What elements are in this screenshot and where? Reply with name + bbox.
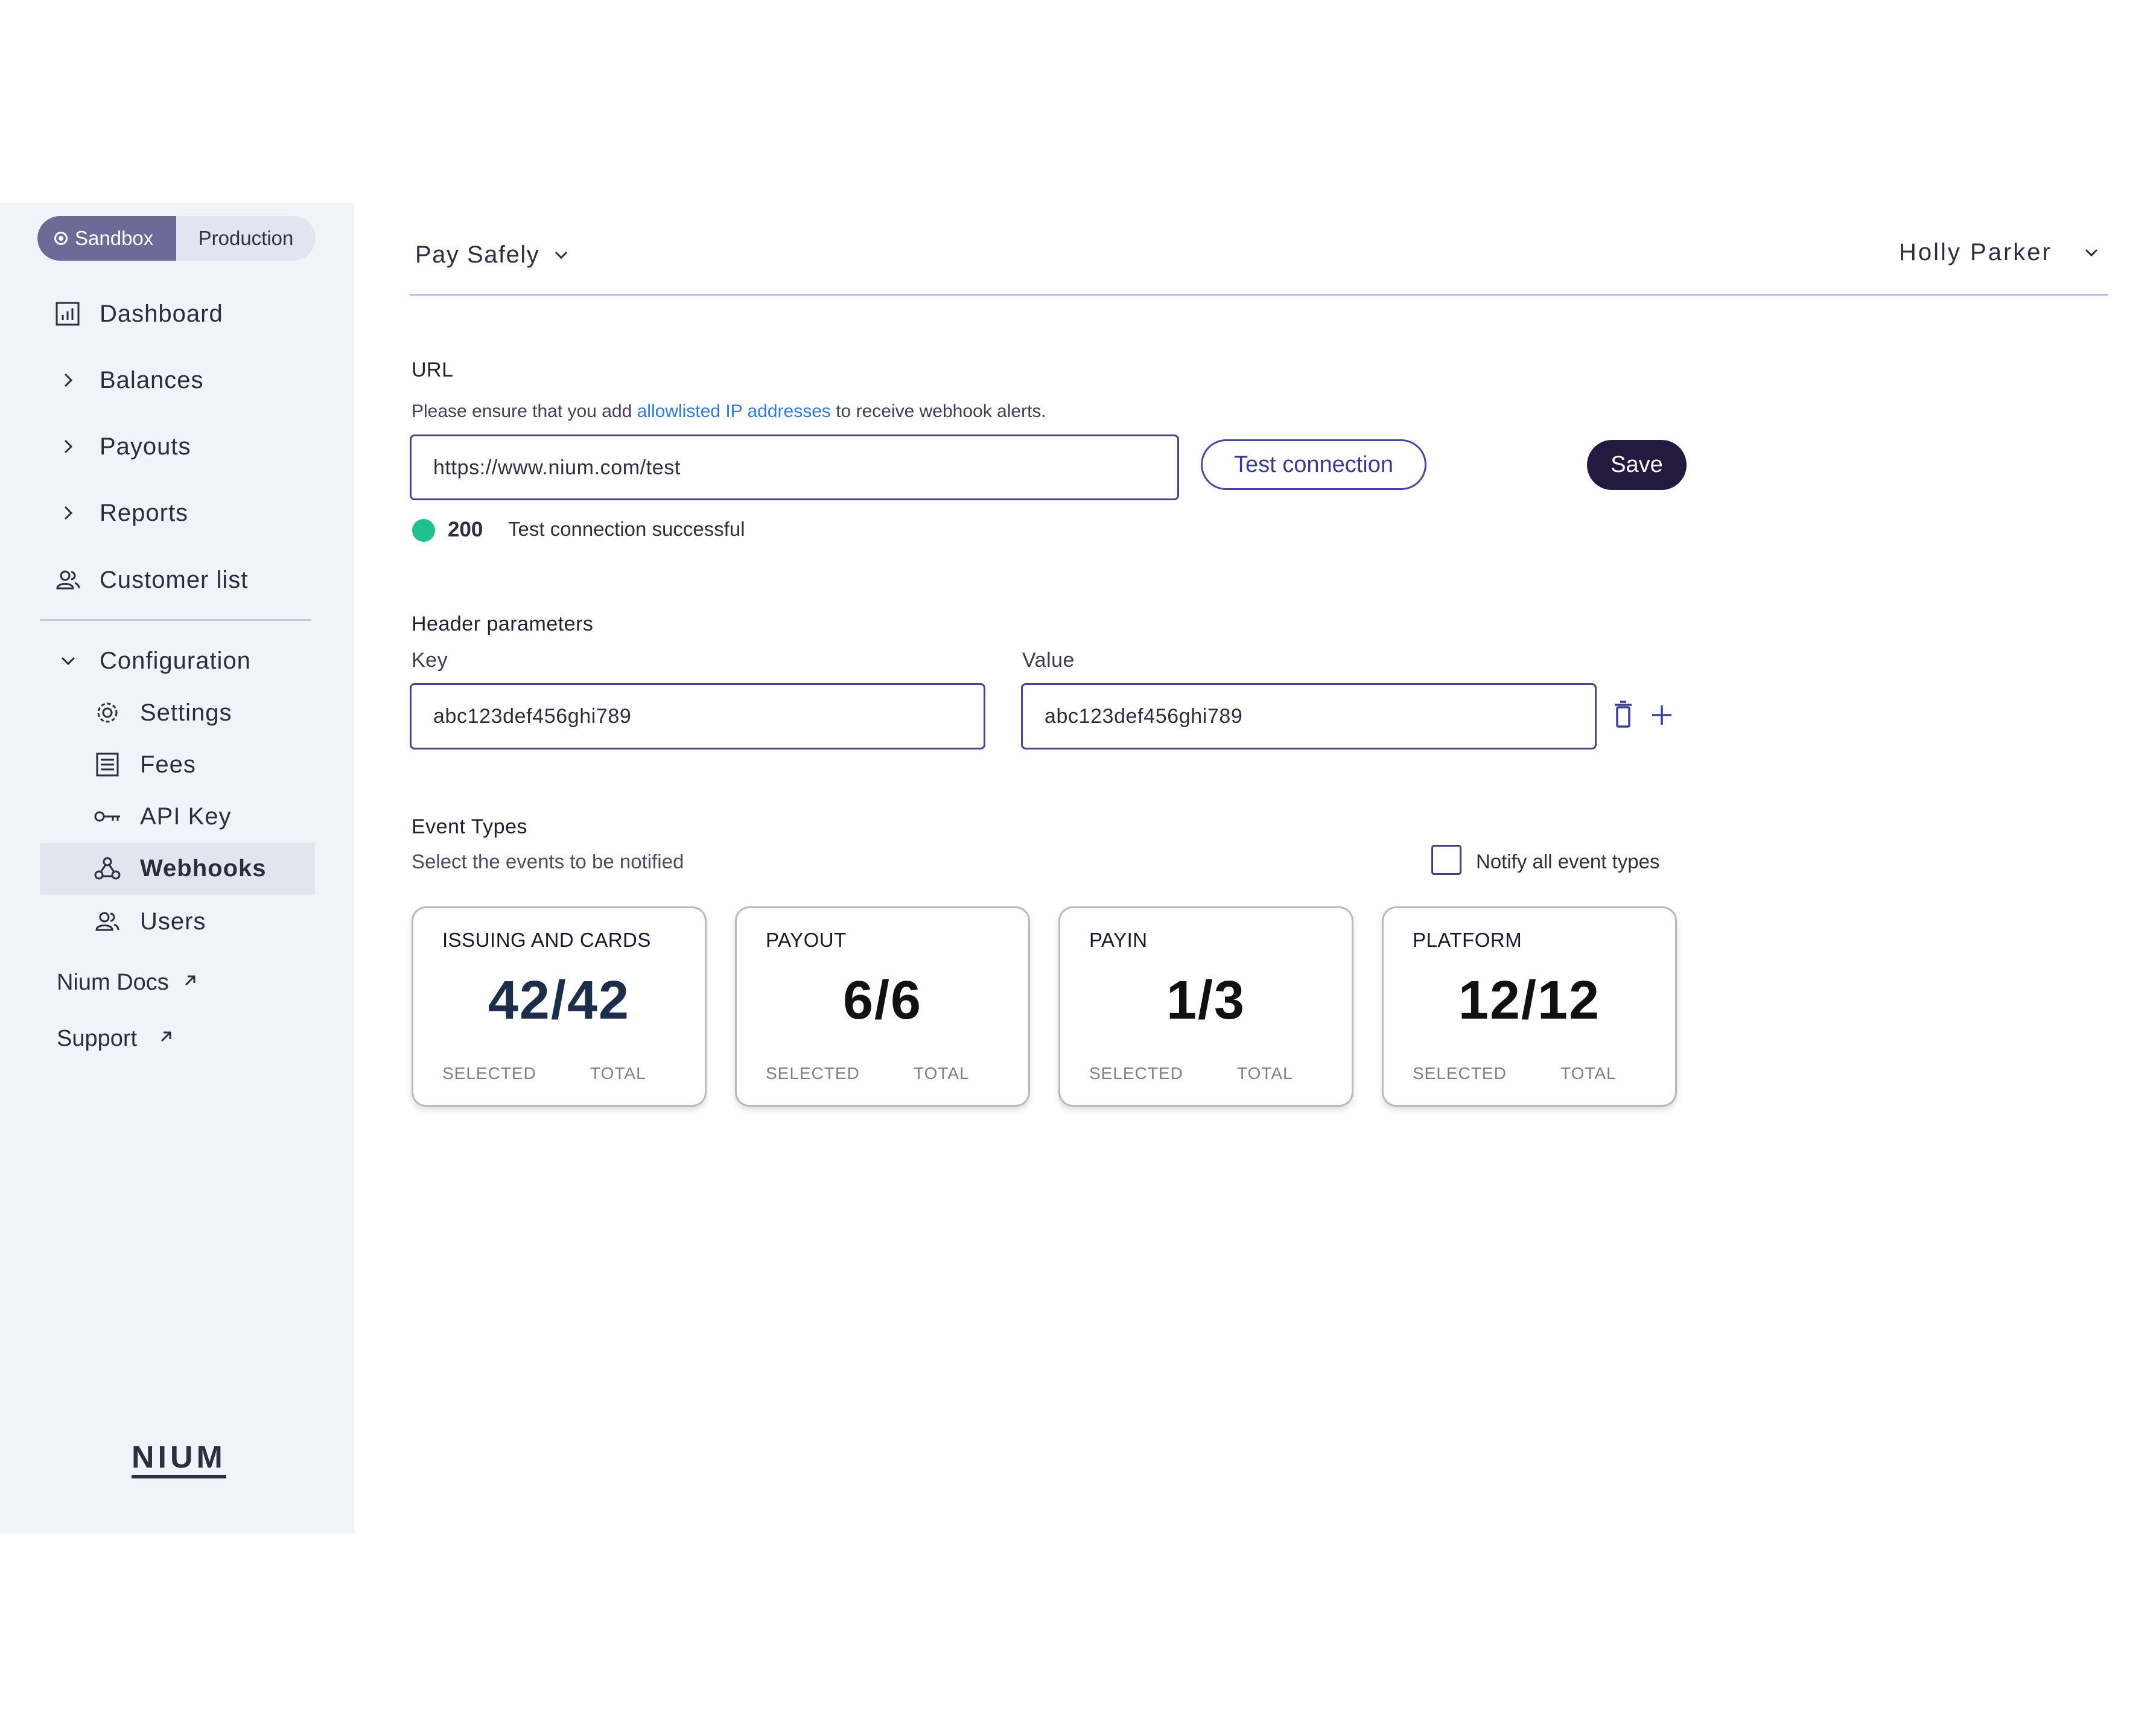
sidebar-item-api-key[interactable]: API Key: [0, 792, 354, 841]
url-section-label: URL: [412, 358, 454, 381]
sidebar-item-payouts[interactable]: Payouts: [0, 422, 354, 471]
sidebar-item-label: Fees: [140, 751, 196, 778]
users-icon: [56, 570, 80, 590]
sidebar-item-label: Configuration: [100, 648, 251, 674]
sidebar-item-label: Customer list: [100, 567, 249, 593]
trash-icon[interactable]: [1611, 700, 1635, 730]
sandbox-label: Sandbox: [75, 227, 154, 249]
help-prefix: Please ensure that you add: [412, 401, 637, 421]
card-count: 42/42: [488, 970, 631, 1031]
sidebar-item-balances[interactable]: Balances: [0, 356, 354, 404]
support-link[interactable]: Support: [57, 1026, 175, 1052]
external-link-icon: [161, 1031, 171, 1042]
event-card-platform[interactable]: PLATFORM 12/12 SELECTED TOTAL: [1382, 906, 1677, 1107]
sidebar-item-settings[interactable]: Settings: [0, 689, 354, 737]
chevron-right-icon: [64, 373, 73, 387]
organization-selector[interactable]: Pay Safely: [415, 241, 570, 269]
selected-label: SELECTED: [1413, 1064, 1507, 1083]
sidebar-item-users[interactable]: Users: [0, 897, 354, 946]
total-label: TOTAL: [1237, 1064, 1293, 1083]
header-key-input[interactable]: abc123def456ghi789: [410, 683, 985, 749]
sidebar-item-configuration[interactable]: Configuration: [0, 637, 354, 685]
event-types-label: Event Types: [412, 815, 527, 838]
organization-name: Pay Safely: [415, 241, 540, 268]
user-name: Holly Parker: [1899, 239, 2052, 266]
selected-label: SELECTED: [442, 1064, 536, 1083]
header-parameters-label: Header parameters: [412, 612, 594, 635]
add-plus-icon[interactable]: [1650, 703, 1674, 727]
sidebar-item-label: Settings: [140, 699, 232, 726]
support-label: Support: [57, 1026, 138, 1051]
chevron-down-icon: [61, 657, 75, 666]
sidebar-item-label: Balances: [100, 367, 204, 393]
production-tab[interactable]: Production: [176, 216, 316, 261]
notify-all-label: Notify all event types: [1476, 850, 1660, 873]
sidebar-item-webhooks[interactable]: Webhooks: [0, 844, 354, 892]
sidebar-item-label: Dashboard: [100, 301, 223, 327]
url-help-text: Please ensure that you add allowlisted I…: [412, 401, 1046, 422]
selected-label: SELECTED: [1089, 1064, 1183, 1083]
event-card-issuing-and-cards[interactable]: ISSUING AND CARDS 42/42 SELECTED TOTAL: [412, 906, 707, 1107]
status-code: 200: [448, 518, 483, 541]
allowlisted-ip-link[interactable]: allowlisted IP addresses: [637, 401, 831, 421]
card-title: ISSUING AND CARDS: [442, 929, 651, 951]
event-card-payin[interactable]: PAYIN 1/3 SELECTED TOTAL: [1058, 906, 1353, 1107]
sidebar-item-dashboard[interactable]: Dashboard: [0, 290, 354, 338]
user-menu[interactable]: Holly Parker: [1899, 239, 2102, 266]
sidebar-divider: [40, 619, 311, 621]
sidebar-item-label: Webhooks: [140, 855, 267, 882]
nium-docs-label: Nium Docs: [57, 970, 169, 995]
card-count: 1/3: [1166, 970, 1246, 1031]
header-divider: [410, 294, 2108, 296]
header-value-input[interactable]: abc123def456ghi789: [1021, 683, 1597, 749]
chevron-right-icon: [64, 439, 73, 454]
notify-all-checkbox[interactable]: [1431, 845, 1461, 875]
selected-label: SELECTED: [766, 1064, 860, 1083]
card-title: PLATFORM: [1413, 929, 1522, 951]
gear-icon: [97, 702, 118, 723]
list-document-icon: [96, 752, 119, 777]
event-types-subtitle: Select the events to be notified: [412, 850, 684, 873]
success-status-dot: [412, 519, 435, 542]
test-connection-button[interactable]: Test connection: [1201, 439, 1426, 490]
sidebar-item-customer-list[interactable]: Customer list: [0, 556, 354, 604]
save-button[interactable]: Save: [1587, 440, 1687, 490]
sidebar-item-label: API Key: [140, 803, 232, 830]
help-suffix: to receive webhook alerts.: [830, 401, 1046, 421]
environment-toggle: Sandbox Production: [37, 216, 316, 261]
card-title: PAYIN: [1089, 929, 1148, 951]
sidebar-item-label: Reports: [100, 500, 189, 526]
sidebar-item-fees[interactable]: Fees: [0, 740, 354, 789]
users-icon: [95, 912, 119, 931]
total-label: TOTAL: [1560, 1064, 1617, 1083]
event-card-payout[interactable]: PAYOUT 6/6 SELECTED TOTAL: [735, 906, 1030, 1107]
card-count: 12/12: [1458, 970, 1601, 1031]
url-input[interactable]: https://www.nium.com/test: [410, 434, 1179, 500]
card-count: 6/6: [842, 970, 923, 1031]
bar-chart-icon: [56, 302, 80, 326]
sidebar-item-reports[interactable]: Reports: [0, 489, 354, 537]
chevron-down-icon: [2085, 249, 2098, 257]
chevron-right-icon: [64, 506, 73, 520]
total-label: TOTAL: [590, 1064, 646, 1083]
status-message: Test connection successful: [508, 518, 745, 540]
webhook-icon: [94, 857, 121, 880]
sandbox-tab[interactable]: Sandbox: [37, 216, 176, 261]
sidebar-item-label: Payouts: [100, 433, 191, 460]
card-title: PAYOUT: [766, 929, 847, 951]
key-icon: [94, 811, 120, 822]
radio-dot-icon: [54, 232, 68, 245]
key-label: Key: [412, 649, 448, 672]
nium-docs-link[interactable]: Nium Docs: [57, 970, 199, 996]
external-link-icon: [185, 975, 196, 986]
value-label: Value: [1022, 649, 1075, 672]
chevron-down-icon: [555, 251, 567, 259]
sidebar-item-label: Users: [140, 908, 206, 935]
nium-logo: NIUM: [132, 1441, 226, 1478]
total-label: TOTAL: [914, 1064, 970, 1083]
